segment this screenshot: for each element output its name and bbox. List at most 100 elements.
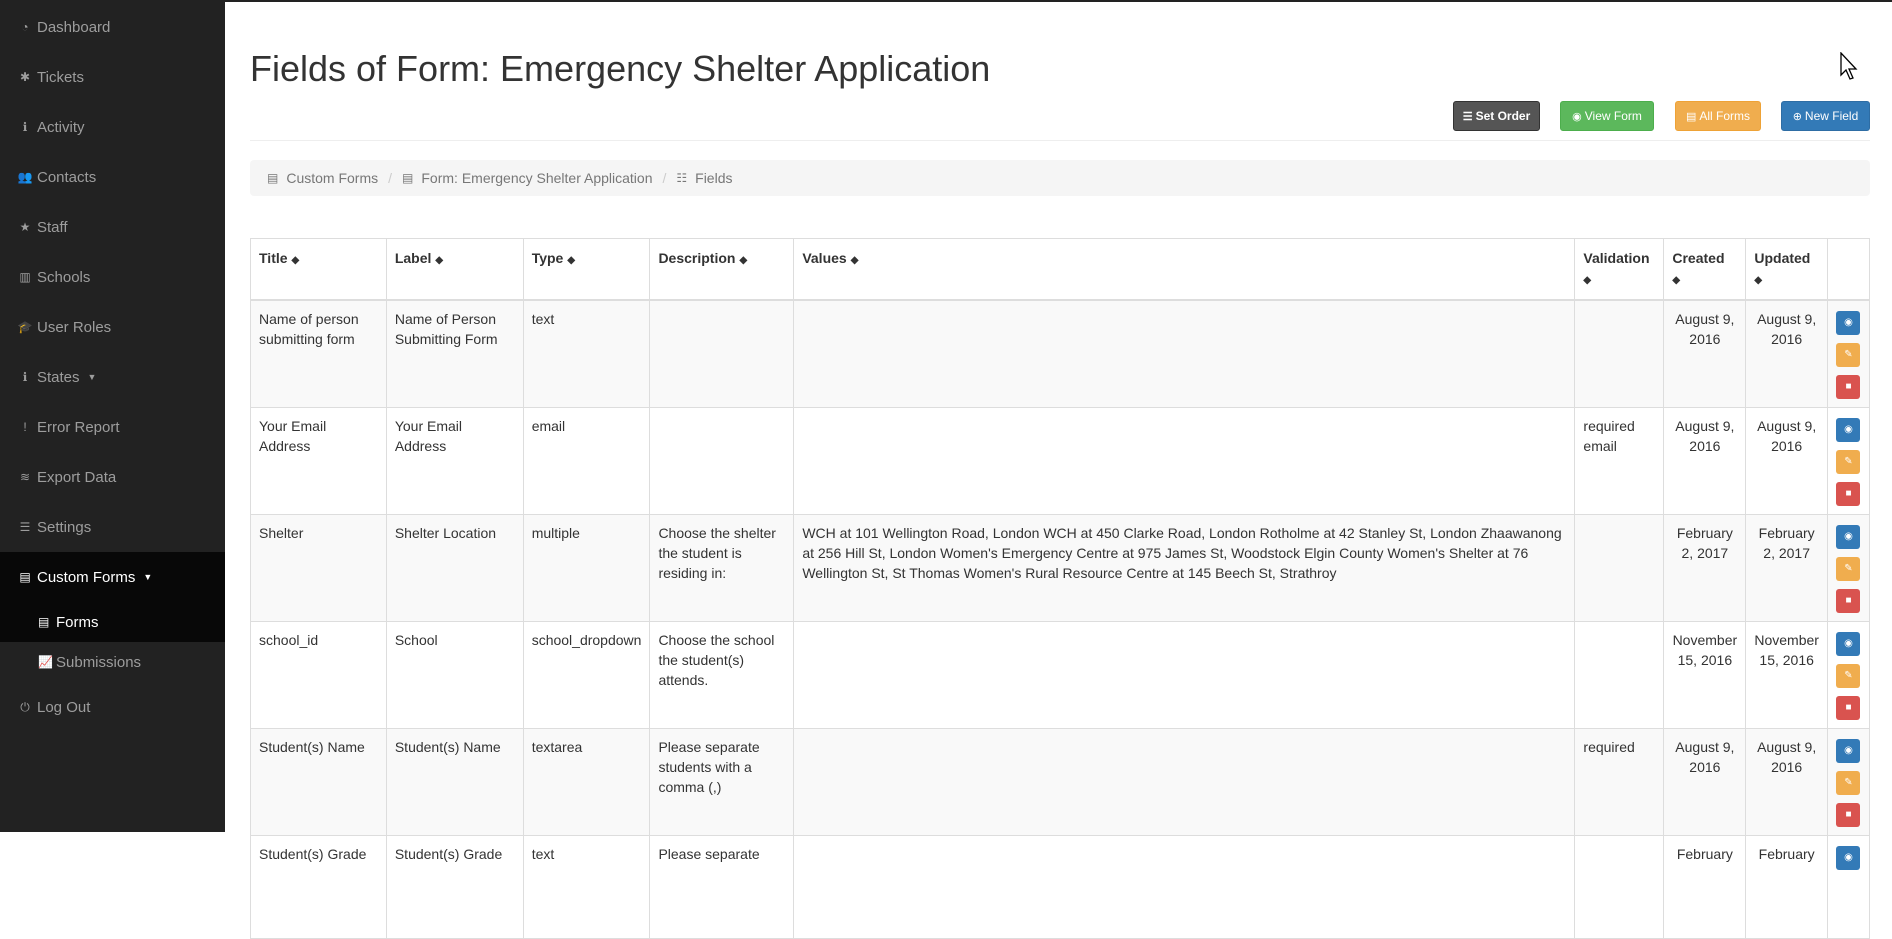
sidebar-item-contacts[interactable]: 👥 Contacts: [0, 152, 225, 202]
edit-icon: ✎: [1844, 456, 1853, 467]
all-forms-button[interactable]: ▤ All Forms: [1675, 101, 1761, 131]
sidebar-item-label: States: [37, 368, 80, 386]
star-icon: ★: [19, 220, 31, 234]
sidebar-item-log-out[interactable]: ⏻ Log Out: [0, 682, 225, 732]
delete-button[interactable]: ■: [1836, 482, 1861, 506]
sidebar-item-activity[interactable]: ℹ Activity: [0, 102, 225, 152]
sidebar-item-dashboard[interactable]: ◔ Dashboard: [0, 2, 225, 52]
sidebar-item-schools[interactable]: ▥ Schools: [0, 252, 225, 302]
column-label: Label: [394, 250, 432, 266]
view-button[interactable]: ◉: [1836, 632, 1861, 656]
cell-values: [793, 621, 1576, 729]
sort-icon: ◆: [739, 255, 748, 266]
column-header-label[interactable]: Label ◆: [385, 238, 524, 301]
column-header-description[interactable]: Description ◆: [649, 238, 795, 301]
breadcrumb-form[interactable]: ▤ Form: Emergency Shelter Application: [402, 170, 652, 186]
view-button[interactable]: ◉: [1836, 846, 1861, 870]
sort-icon: ◆: [1672, 275, 1681, 286]
cell-values: [793, 407, 1576, 515]
plus-circle-icon: ⊕: [1792, 110, 1802, 123]
cell-created: August 9, 2016: [1663, 407, 1747, 515]
edit-button[interactable]: ✎: [1836, 557, 1861, 581]
sidebar-item-label: Submissions: [56, 653, 142, 671]
view-button[interactable]: ◉: [1836, 525, 1861, 549]
sidebar-item-label: Forms: [56, 613, 99, 631]
cell-created: February: [1663, 835, 1747, 939]
cell-created: February 2, 2017: [1663, 514, 1747, 622]
view-button[interactable]: ◉: [1836, 418, 1861, 442]
cell-type: textarea: [522, 728, 651, 836]
sidebar-item-label: Custom Forms: [37, 568, 136, 586]
sidebar-item-states[interactable]: ℹ States ▼: [0, 352, 225, 402]
sidebar-item-label: Error Report: [37, 418, 120, 436]
users-icon: 👥: [17, 170, 33, 184]
cell-created: August 9, 2016: [1663, 728, 1747, 836]
column-header-created[interactable]: Created ◆: [1663, 238, 1747, 301]
sidebar-item-custom-forms[interactable]: ▤ Custom Forms ▼: [0, 552, 225, 602]
sidebar-item-label: Schools: [37, 268, 91, 286]
dashboard-icon: ◔: [21, 20, 29, 34]
table-row: Your Email Address Your Email Address em…: [250, 407, 1871, 515]
eye-icon: ◉: [1572, 110, 1582, 123]
new-field-button[interactable]: ⊕ New Field: [1781, 101, 1870, 131]
cell-values: WCH at 101 Wellington Road, London WCH a…: [793, 514, 1576, 622]
column-header-values[interactable]: Values ◆: [793, 238, 1576, 301]
set-order-label: Set Order: [1475, 109, 1531, 123]
sliders-icon: ☰: [19, 520, 31, 534]
edit-button[interactable]: ✎: [1836, 343, 1861, 367]
cell-label: Student(s) Grade: [385, 835, 524, 939]
fields-table: Title ◆ Label ◆ Type ◆ Description ◆ Values ◆…: [250, 238, 1871, 939]
table-row: Student(s) Name Student(s) Name textarea…: [250, 728, 1871, 836]
cell-type: text: [522, 299, 651, 408]
edit-button[interactable]: ✎: [1836, 450, 1861, 474]
tasks-icon: ☷: [676, 171, 688, 185]
form-icon: ▤: [38, 615, 50, 629]
sort-icon: ◆: [291, 255, 300, 266]
sidebar-item-label: Export Data: [37, 468, 117, 486]
sidebar-subitem-submissions[interactable]: 📈 Submissions: [0, 642, 225, 682]
cell-type: multiple: [522, 514, 651, 622]
caret-down-icon: ▼: [87, 372, 97, 382]
cell-label: School: [385, 621, 524, 729]
breadcrumb-custom-forms[interactable]: ▤ Custom Forms: [267, 170, 378, 186]
delete-button[interactable]: ■: [1836, 803, 1861, 827]
cell-updated: February: [1745, 835, 1828, 939]
cell-description: Choose the school the student(s) attends…: [649, 621, 795, 729]
breadcrumb-fields: ☷ Fields: [676, 170, 732, 186]
edit-button[interactable]: ✎: [1836, 771, 1861, 795]
divider: [250, 140, 1870, 141]
sidebar-item-error-report[interactable]: ! Error Report: [0, 402, 225, 452]
column-label: Values: [802, 250, 847, 266]
sidebar-item-label: Dashboard: [37, 18, 111, 36]
cell-actions: ◉ ✎ ■: [1826, 728, 1871, 836]
sidebar-item-tickets[interactable]: ✱ Tickets: [0, 52, 225, 102]
info-icon: ℹ: [22, 370, 28, 384]
view-form-button[interactable]: ◉ View Form: [1560, 101, 1654, 131]
breadcrumb-separator: /: [388, 170, 393, 186]
edit-button[interactable]: ✎: [1836, 664, 1861, 688]
cell-type: school_dropdown: [522, 621, 651, 729]
sidebar-item-staff[interactable]: ★ Staff: [0, 202, 225, 252]
sidebar-item-settings[interactable]: ☰ Settings: [0, 502, 225, 552]
delete-button[interactable]: ■: [1836, 696, 1861, 720]
sidebar-item-export-data[interactable]: ≋ Export Data: [0, 452, 225, 502]
delete-button[interactable]: ■: [1836, 375, 1861, 399]
column-header-validation[interactable]: Validation ◆: [1574, 238, 1665, 301]
cell-label: Name of Person Submitting Form: [385, 299, 524, 408]
column-header-type[interactable]: Type ◆: [522, 238, 651, 301]
column-header-updated[interactable]: Updated ◆: [1745, 238, 1828, 301]
form-icon: ▤: [19, 570, 31, 584]
set-order-button[interactable]: ☰ Set Order: [1453, 101, 1540, 131]
cell-updated: August 9, 2016: [1745, 299, 1828, 408]
cell-updated: February 2, 2017: [1745, 514, 1828, 622]
view-button[interactable]: ◉: [1836, 739, 1861, 763]
view-button[interactable]: ◉: [1836, 311, 1861, 335]
sidebar-item-user-roles[interactable]: 🎓 User Roles: [0, 302, 225, 352]
trash-icon: ■: [1845, 488, 1852, 499]
delete-button[interactable]: ■: [1836, 589, 1861, 613]
cell-label: Shelter Location: [385, 514, 524, 622]
column-label: Title: [259, 250, 288, 266]
column-header-title[interactable]: Title ◆: [250, 238, 387, 301]
sidebar-subitem-forms[interactable]: ▤ Forms: [0, 602, 225, 642]
breadcrumb-label: Fields: [695, 170, 733, 186]
